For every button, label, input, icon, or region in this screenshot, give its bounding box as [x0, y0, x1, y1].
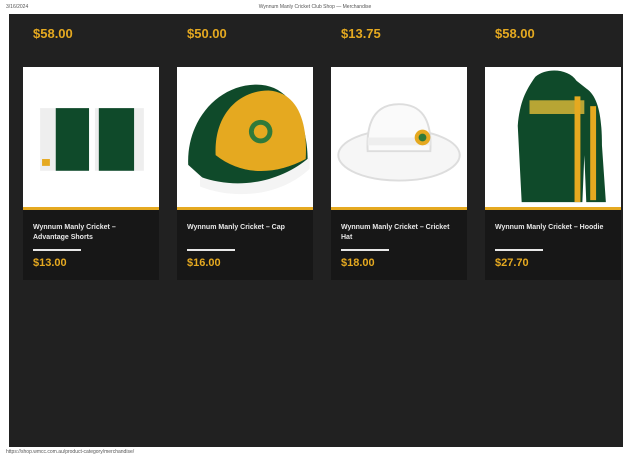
product-name[interactable]: Wynnum Manly Cricket – Cap — [187, 223, 305, 233]
print-header: 3/16/2024 Wynnum Manly Cricket Club Shop… — [0, 0, 630, 14]
product-price: $18.00 — [341, 257, 375, 269]
product-image[interactable] — [23, 67, 159, 210]
hat-icon — [337, 103, 461, 182]
top-price-4: $58.00 — [495, 26, 535, 41]
top-price-1: $58.00 — [33, 26, 73, 41]
product-name[interactable]: Wynnum Manly Cricket – Cricket Hat — [341, 223, 459, 243]
divider — [495, 249, 543, 251]
product-card[interactable]: Wynnum Manly Cricket – Hoodie $27.70 — [485, 67, 621, 280]
product-card[interactable]: Wynnum Manly Cricket – Cricket Hat $18.0… — [331, 67, 467, 280]
hoodie-icon — [517, 70, 606, 203]
product-name[interactable]: Wynnum Manly Cricket – Advantage Shorts — [33, 223, 151, 243]
print-footer-url: https://shop.wmcc.com.au/product-categor… — [6, 449, 135, 455]
product-price: $27.70 — [495, 257, 529, 269]
product-image[interactable] — [331, 67, 467, 210]
shorts-icon — [40, 108, 144, 171]
product-image[interactable] — [485, 67, 621, 210]
print-title: Wynnum Manly Cricket Club Shop — Merchan… — [258, 4, 372, 10]
product-card[interactable]: Wynnum Manly Cricket – Cap $16.00 — [177, 67, 313, 280]
product-grid-page: $58.00 $50.00 $13.75 $58.00 Wynnum Manly… — [9, 14, 623, 447]
product-name[interactable]: Wynnum Manly Cricket – Hoodie — [495, 223, 613, 233]
divider — [33, 249, 81, 251]
cap-icon — [188, 84, 310, 195]
divider — [187, 249, 235, 251]
product-price: $13.00 — [33, 257, 67, 269]
divider — [341, 249, 389, 251]
top-price-3: $13.75 — [341, 26, 381, 41]
product-price: $16.00 — [187, 257, 221, 269]
product-card[interactable]: Wynnum Manly Cricket – Advantage Shorts … — [23, 67, 159, 280]
top-price-2: $50.00 — [187, 26, 227, 41]
product-image[interactable] — [177, 67, 313, 210]
